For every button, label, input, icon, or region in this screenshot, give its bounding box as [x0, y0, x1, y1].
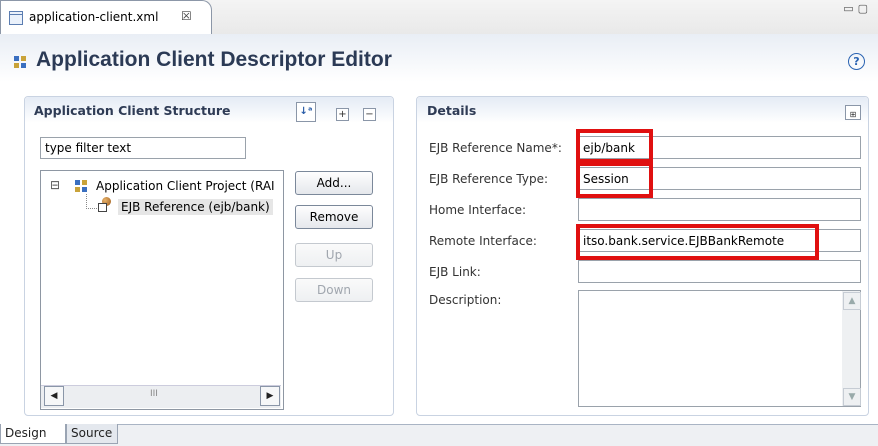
expand-all-icon[interactable]: +	[336, 108, 349, 121]
project-icon	[75, 180, 87, 192]
remote-interface-label: Remote Interface:	[429, 234, 537, 248]
sort-alpha-icon[interactable]: ↓ᵃ	[296, 102, 316, 122]
details-view-icon[interactable]: ⊞	[845, 105, 861, 120]
editor-title: Application Client Descriptor Editor	[36, 48, 392, 71]
description-label: Description:	[429, 293, 502, 307]
scroll-right-icon[interactable]: ▶	[260, 386, 280, 406]
scroll-up-icon[interactable]: ▲	[843, 292, 861, 310]
remove-button[interactable]: Remove	[295, 205, 373, 229]
editor-tab[interactable]: application-client.xml ☒	[0, 0, 212, 34]
collapse-all-icon[interactable]: −	[363, 108, 376, 121]
tab-design[interactable]: Design	[0, 424, 66, 444]
scroll-down-icon[interactable]: ▼	[843, 388, 861, 406]
home-interface-label: Home Interface:	[429, 203, 527, 217]
ejb-link-field[interactable]	[578, 260, 861, 283]
editor-grid-icon	[14, 56, 26, 68]
filter-input[interactable]	[40, 137, 246, 159]
tree-connector	[86, 194, 97, 209]
minimize-maximize-icons[interactable]: ▭▢	[843, 2, 872, 15]
tree-item-project[interactable]: Application Client Project (RAI	[96, 179, 275, 193]
close-tab-icon[interactable]: ☒	[181, 9, 192, 23]
add-button[interactable]: Add...	[295, 171, 373, 195]
down-button[interactable]: Down	[295, 278, 373, 302]
editor-tab-label: application-client.xml	[29, 10, 159, 24]
highlight-remote-interface	[576, 224, 819, 260]
tab-source[interactable]: Source	[66, 424, 118, 444]
details-section-title: Details	[427, 103, 477, 118]
highlight-ejb-reference-type	[576, 162, 653, 198]
tree-expander-icon[interactable]: ⊟	[50, 178, 60, 192]
description-textarea[interactable]	[578, 290, 861, 407]
highlight-ejb-reference-name	[576, 129, 653, 163]
tree-horizontal-scrollbar[interactable]	[41, 385, 281, 408]
editor-page-tabs	[0, 424, 878, 446]
home-interface-field[interactable]	[578, 198, 861, 221]
xml-file-icon	[9, 11, 23, 25]
details-section-header	[417, 97, 868, 123]
ejb-reference-type-label: EJB Reference Type:	[429, 172, 549, 186]
scroll-left-icon[interactable]: ◀	[44, 386, 64, 406]
up-button[interactable]: Up	[295, 243, 373, 267]
ejb-reference-name-label: EJB Reference Name*:	[429, 141, 562, 155]
ejb-link-label: EJB Link:	[429, 265, 481, 279]
ejb-reference-icon	[98, 197, 112, 212]
help-icon[interactable]: ?	[848, 53, 865, 70]
tree-item-ejb-reference[interactable]: EJB Reference (ejb/bank)	[118, 199, 273, 215]
structure-section-title: Application Client Structure	[34, 103, 231, 118]
scroll-thumb[interactable]: III	[150, 389, 158, 399]
